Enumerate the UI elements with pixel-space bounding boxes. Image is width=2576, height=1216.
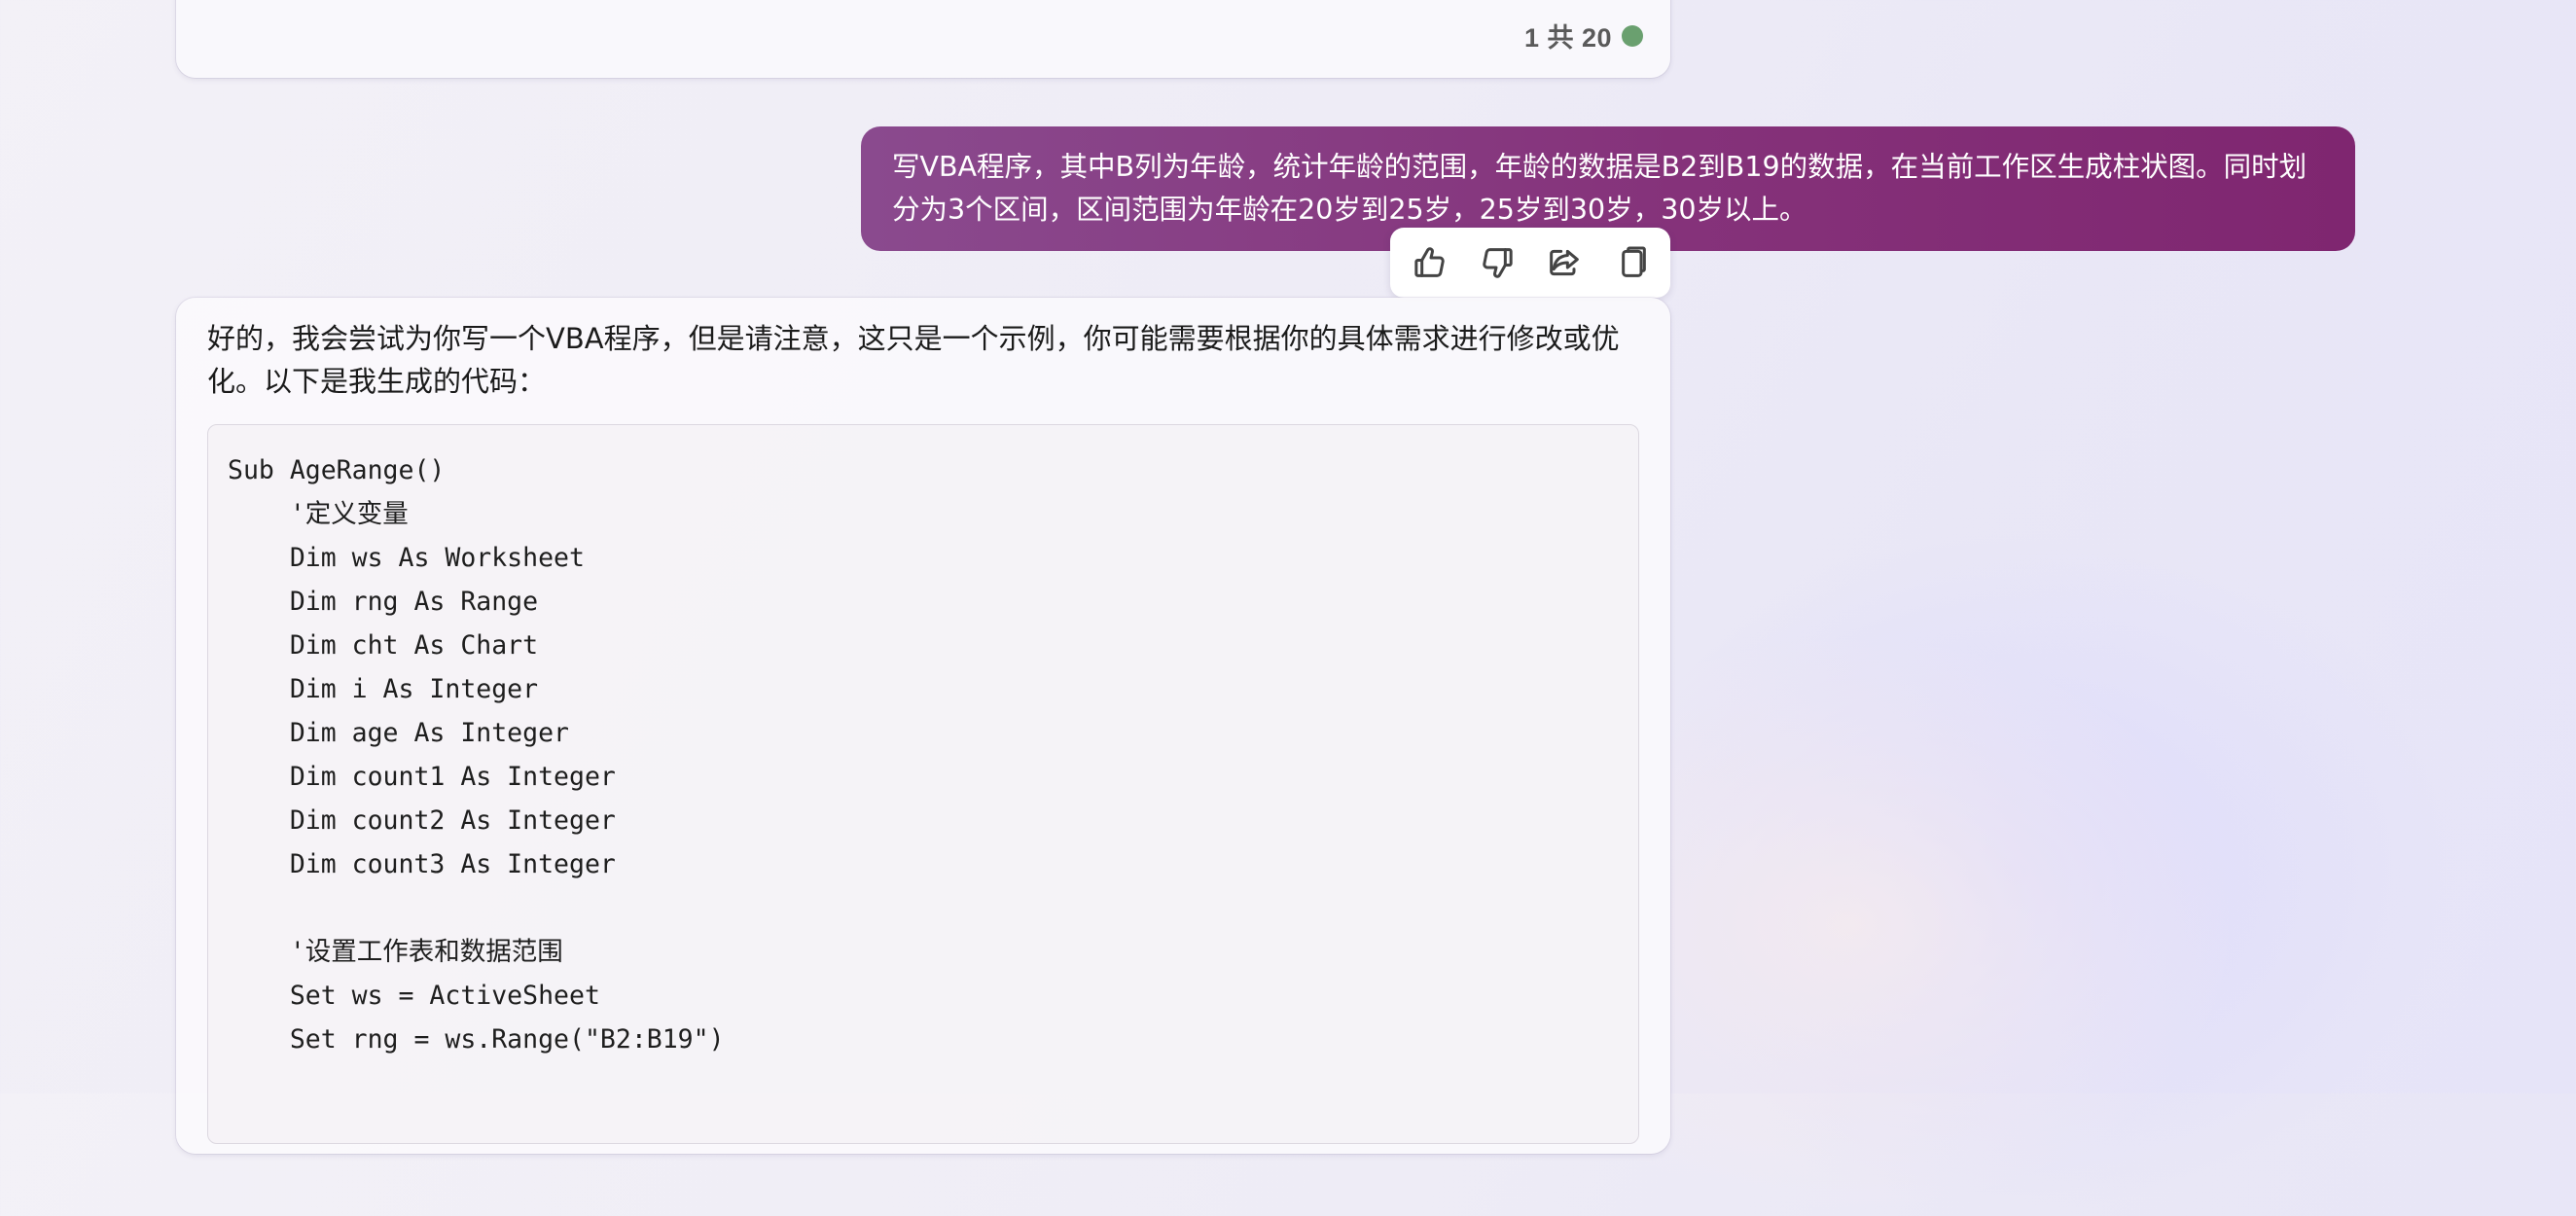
code-line: '定义变量 — [228, 499, 409, 529]
share-button[interactable] — [1538, 236, 1591, 289]
code-line: Dim count3 As Integer — [228, 849, 616, 879]
code-line: Set ws = ActiveSheet — [228, 981, 600, 1011]
turn-counter-label: 1 共 20 — [1523, 23, 1612, 53]
bot-message-intro: 好的，我会尝试为你写一个VBA程序，但是请注意，这只是一个示例，你可能需要根据你… — [207, 322, 1620, 398]
message-reaction-toolbar — [1390, 228, 1670, 298]
share-icon — [1549, 249, 1579, 276]
code-line: Dim count1 As Integer — [228, 762, 616, 792]
code-block[interactable]: Sub AgeRange() '定义变量 Dim ws As Worksheet… — [207, 424, 1639, 1144]
code-line: Dim count2 As Integer — [228, 805, 616, 836]
bot-message-card: 好的，我会尝试为你写一个VBA程序，但是请注意，这只是一个示例，你可能需要根据你… — [176, 298, 1670, 1154]
status-dot-icon — [1622, 24, 1643, 47]
background-glow — [1584, 529, 2459, 1210]
thumbs-up-icon — [1413, 247, 1445, 277]
code-line: Dim rng As Range — [228, 587, 539, 617]
code-line: Dim cht As Chart — [228, 630, 539, 661]
user-message-text: 写VBA程序，其中B列为年龄，统计年龄的范围，年龄的数据是B2到B19的数据，在… — [892, 151, 2308, 226]
code-line: Dim age As Integer — [228, 718, 569, 748]
thumbs-down-icon — [1482, 248, 1513, 278]
like-button[interactable] — [1404, 236, 1456, 289]
turn-counter: 1 共 20 — [1524, 17, 1643, 54]
dislike-button[interactable] — [1471, 236, 1523, 289]
copy-icon — [1621, 246, 1646, 277]
code-line: Dim ws As Worksheet — [228, 543, 585, 573]
code-line: Sub AgeRange() — [228, 455, 446, 485]
copy-button[interactable] — [1605, 236, 1658, 289]
code-line: Set rng = ws.Range("B2:B19") — [228, 1024, 725, 1055]
code-line: Dim i As Integer — [228, 674, 539, 704]
previous-bot-message-card: 1 共 20 — [176, 0, 1670, 78]
code-line: '设置工作表和数据范围 — [228, 937, 563, 967]
